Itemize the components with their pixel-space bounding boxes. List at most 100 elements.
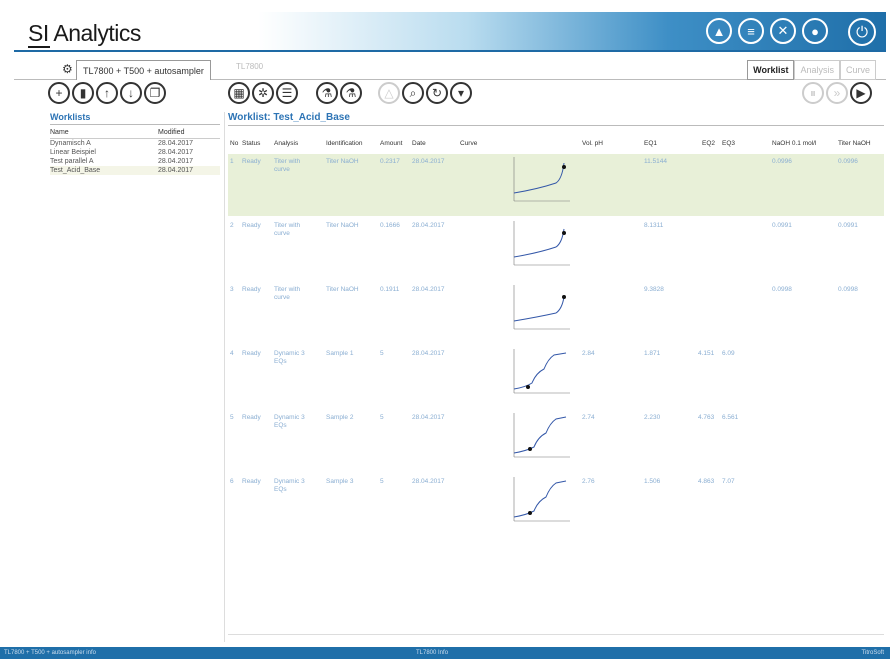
table-icon[interactable]: ▦ (228, 82, 250, 104)
col-name[interactable]: Name (50, 129, 158, 136)
curve-thumbnail[interactable] (508, 347, 572, 405)
cell-eq1: 1.871 (644, 350, 661, 357)
cell-naoh: 0.0998 (772, 286, 792, 293)
table-row[interactable]: 4 Ready Dynamic 3 EQs Sample 1 5 28.04.2… (228, 346, 884, 408)
curve-thumbnail[interactable] (508, 411, 572, 469)
cell-identification: Titer NaOH (326, 222, 359, 229)
col-analysis[interactable]: Analysis (274, 140, 298, 148)
worklist-columns: No Status Analysis Identification Amount… (228, 134, 884, 154)
worklist-modified: 28.04.2017 (158, 167, 194, 174)
col-titer[interactable]: Titer NaOH (838, 140, 878, 148)
worklist-name: Test_Acid_Base (50, 167, 101, 174)
cell-eq2: 4.151 (698, 350, 715, 357)
table-row[interactable]: 5 Ready Dynamic 3 EQs Sample 2 5 28.04.2… (228, 410, 884, 472)
col-eq1[interactable]: EQ1 (644, 140, 657, 148)
table-row[interactable]: 1 Ready Titer with curve Titer NaOH 0.23… (228, 154, 884, 216)
cell-identification: Titer NaOH (326, 158, 359, 165)
settings-icon[interactable]: ✲ (252, 82, 274, 104)
col-eq3[interactable]: EQ3 (722, 140, 735, 148)
download-icon[interactable]: ↓ (120, 82, 142, 104)
worklist-row[interactable]: Linear Beispiel 28.04.2017 (50, 148, 220, 157)
table-row[interactable]: 3 Ready Titer with curve Titer NaOH 0.19… (228, 282, 884, 344)
cell-date: 28.04.2017 (412, 158, 445, 165)
cell-analysis: Dynamic 3 EQs (274, 414, 305, 429)
curve-thumbnail[interactable] (508, 219, 572, 277)
copy-icon[interactable]: ❐ (144, 82, 166, 104)
user-icon[interactable]: ● (802, 18, 828, 44)
search-icon[interactable]: ⌕ (402, 82, 424, 104)
cell-amount: 0.1911 (380, 286, 400, 293)
table-row[interactable]: 2 Ready Titer with curve Titer NaOH 0.16… (228, 218, 884, 280)
curve-thumbnail[interactable] (508, 155, 572, 213)
worklist-modified: 28.04.2017 (158, 140, 194, 147)
power-icon[interactable]: ⏻ (848, 18, 876, 46)
play-icon[interactable]: ▶ (850, 82, 872, 104)
cell-eq1: 11.5144 (644, 158, 668, 165)
worklist-name: Test parallel A (50, 158, 94, 165)
view-tabs: Worklist Analysis Curve (747, 60, 876, 80)
cell-eq1: 8.1311 (644, 222, 664, 229)
database-icon[interactable]: ≡ (738, 18, 764, 44)
col-eq2[interactable]: EQ2 (702, 140, 715, 148)
col-curve[interactable]: Curve (460, 140, 477, 148)
cell-no: 5 (230, 414, 234, 421)
status-center: TL7800 Info (416, 650, 449, 656)
worklists-title: Worklists (50, 112, 220, 125)
worklist-row[interactable]: Dynamisch A 28.04.2017 (50, 139, 220, 148)
list-icon[interactable]: ☰ (276, 82, 298, 104)
col-date[interactable]: Date (412, 140, 426, 148)
horizontal-scrollbar[interactable] (228, 634, 884, 642)
col-amount[interactable]: Amount (380, 140, 402, 148)
sample-add-icon[interactable]: ⚗ (316, 82, 338, 104)
cell-identification: Sample 2 (326, 414, 354, 421)
sample-remove-icon[interactable]: ⚗ (340, 82, 362, 104)
cell-amount: 5 (380, 414, 384, 421)
cell-date: 28.04.2017 (412, 286, 445, 293)
col-identification[interactable]: Identification (326, 140, 363, 148)
tab-device-secondary[interactable]: TL7800 (236, 62, 263, 71)
cell-no: 3 (230, 286, 234, 293)
cell-status: Ready (242, 478, 261, 485)
cell-eq1: 9.3828 (644, 286, 664, 293)
cell-naoh: 0.0996 (772, 158, 792, 165)
col-status[interactable]: Status (242, 140, 260, 148)
filter-icon[interactable]: ▾ (450, 82, 472, 104)
tools-icon[interactable]: ✕ (770, 18, 796, 44)
refresh-icon[interactable]: ↻ (426, 82, 448, 104)
warning-icon[interactable]: ▲ (706, 18, 732, 44)
tab-worklist[interactable]: Worklist (747, 60, 795, 80)
cell-eq1: 2.230 (644, 414, 661, 421)
status-right: TitroSoft (861, 650, 884, 656)
tab-curve[interactable]: Curve (839, 60, 876, 80)
brand-underline (28, 46, 50, 48)
worklist-row[interactable]: Test parallel A 28.04.2017 (50, 157, 220, 166)
delete-icon[interactable]: ▮ (72, 82, 94, 104)
brand-logo: SI Analytics (28, 20, 141, 46)
cell-eq1: 1.506 (644, 478, 661, 485)
worklists-header: Name Modified (50, 129, 220, 139)
add-icon[interactable]: + (48, 82, 70, 104)
cell-amount: 5 (380, 478, 384, 485)
cell-amount: 0.2317 (380, 158, 400, 165)
tab-analysis[interactable]: Analysis (794, 60, 840, 80)
cell-titer: 0.0998 (838, 286, 858, 293)
table-row[interactable]: 6 Ready Dynamic 3 EQs Sample 3 5 28.04.2… (228, 474, 884, 536)
cell-no: 2 (230, 222, 234, 229)
cell-no: 1 (230, 158, 234, 165)
worklist-row-selected[interactable]: Test_Acid_Base 28.04.2017 (50, 166, 220, 175)
curve-thumbnail[interactable] (508, 283, 572, 341)
cell-date: 28.04.2017 (412, 478, 445, 485)
col-naoh[interactable]: NaOH 0.1 mol/l (772, 140, 816, 148)
app-header: SI Analytics ▲ ≡ ✕ ● ⏻ (14, 12, 886, 52)
panel-divider[interactable] (224, 112, 225, 642)
cell-analysis: Dynamic 3 EQs (274, 478, 305, 493)
col-no[interactable]: No (230, 140, 238, 148)
col-vol-ph[interactable]: Vol. pH (582, 140, 603, 148)
gear-icon[interactable]: ⚙ (62, 62, 73, 76)
cell-eq2: 4.763 (698, 414, 715, 421)
curve-thumbnail[interactable] (508, 475, 572, 533)
status-bar: TL7800 + T500 + autosampler info TL7800 … (0, 647, 890, 659)
tab-device-main[interactable]: TL7800 + T500 + autosampler (76, 60, 211, 80)
upload-icon[interactable]: ↑ (96, 82, 118, 104)
col-modified[interactable]: Modified (158, 129, 184, 136)
